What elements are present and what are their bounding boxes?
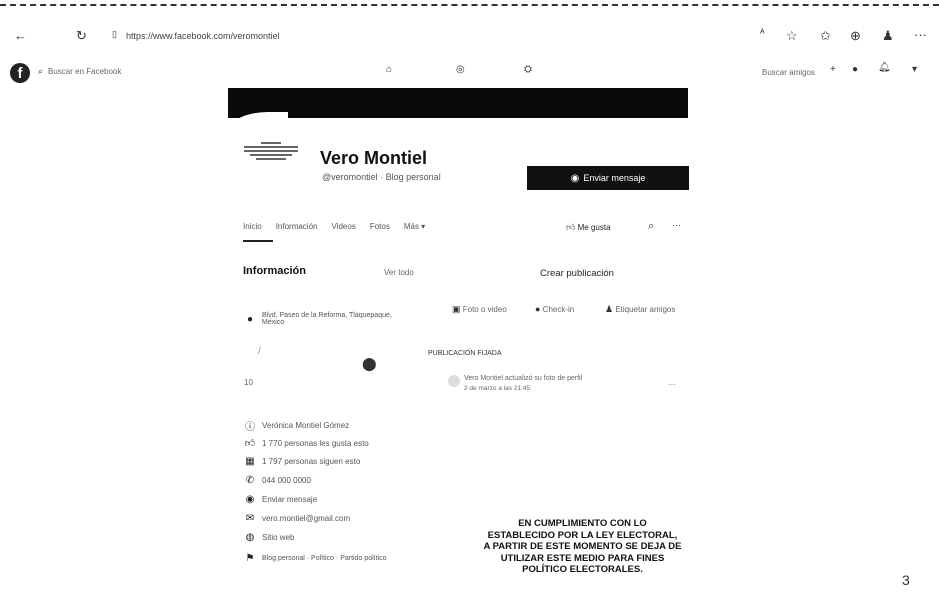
info-row-text: 1 797 personas siguen esto [262,457,361,466]
notice-line: UTILIZAR ESTE MEDIO PARA FINES [500,552,665,564]
info-row-text: Verónica Montiel Gómez [262,421,350,430]
address-text: Blvd. Paseo de la Reforma, Tlaquepaque, … [262,312,392,326]
facebook-logo[interactable]: f [10,63,30,83]
checkin-label: Check-in [542,305,575,314]
messenger-icon: ◉ [570,172,580,184]
like-icon: 👍︎ [244,438,256,449]
groups-icon[interactable]: ⛭ [524,64,532,75]
info-row: ✆ 044 000 0000 [244,475,311,486]
address-bar[interactable]: https://www.facebook.com/veromontiel [126,31,280,41]
facebook-topbar: f ⌕ Buscar en Facebook ⌂ ◎ ⛭ Buscar amig… [0,62,939,88]
notice-line: A PARTIR DE ESTE MOMENTO SE DEJA DE [483,541,682,552]
profile-handle: @veromontiel · Blog personal [322,172,441,182]
profile-picture[interactable] [240,140,302,172]
address-row: ● Blvd. Paseo de la Reforma, Tlaquepaque… [244,312,392,326]
reload-icon[interactable]: ↻ [76,28,87,44]
notice-line: EN CUMPLIMIENTO CON LO [518,518,647,529]
profile-name: Vero Montiel [320,148,428,168]
tab-inicio[interactable]: Inicio [243,222,262,231]
tab-fotos[interactable]: Fotos [370,222,390,231]
post-date[interactable]: 2 de marzo a las 21:45 [464,385,530,392]
info-row-text[interactable]: Enviar mensaje [262,495,317,504]
tag-friends-button[interactable]: ♟ Etiquetar amigos [605,304,675,315]
create-icon[interactable]: + [830,64,836,75]
location-pin-icon: ● [246,313,254,325]
photo-video-button[interactable]: ▣ Foto o video [452,304,507,315]
create-post-title[interactable]: Crear publicación [540,268,614,279]
home-icon[interactable]: ⌂ [386,64,392,75]
info-row: ✉ vero.montiel@gmail.com [244,513,350,524]
info-row-text[interactable]: vero.montiel@gmail.com [262,514,350,523]
tab-mas[interactable]: Más ▾ [404,222,425,231]
phone-icon: ✆ [245,475,255,486]
electoral-notice: EN CUMPLIMIENTO CON LO ESTABLECIDO POR L… [460,518,705,576]
extension-icon[interactable]: ⊕ [850,28,861,44]
photo-video-label: Foto o video [462,305,507,314]
scan-border [0,4,939,6]
search-icon: ⌕ [38,66,44,76]
website-icon: ◍ [245,532,255,543]
notice-line: ESTABLECIDO POR LA LEY ELECTORAL, [487,529,678,541]
find-friends-link[interactable]: Buscar amigos [762,68,815,77]
info-row: ▦ 1 797 personas siguen esto [244,456,360,467]
page-number: 3 [902,572,910,588]
messenger-icon: ◉ [245,494,255,505]
lock-icon: ▯ [112,29,117,39]
category-icon: ⚑ [245,553,255,564]
star-icon[interactable]: ☆ [786,28,798,44]
like-page-button[interactable]: 👍︎ Me gusta [566,222,611,233]
info-row-text: 1 770 personas les gusta esto [262,438,369,448]
info-row: ◍ Sitio web [244,532,295,543]
favorites-icon[interactable]: ✩ [820,28,831,44]
avatar[interactable] [448,375,460,387]
send-message-label: Enviar mensaje [583,173,646,183]
cover-photo [228,88,688,118]
map-label: 10 [244,378,253,387]
email-icon: ✉ [245,513,255,524]
map-road: / [258,346,261,357]
info-icon: ⓘ [245,422,255,433]
post-author[interactable]: Vero Montiel actualizó su foto de perfil [464,375,582,382]
pinned-post-title: PUBLICACIÓN FIJADA [428,350,502,357]
account-icon[interactable]: ▾ [912,64,917,75]
more-options-button[interactable]: ··· [672,220,681,230]
info-title: Información [243,265,306,277]
tag-friends-icon: ♟ [605,304,614,314]
info-row: 👍︎ 1 770 personas les gusta esto [244,437,369,449]
map-preview[interactable]: / ⬤ 10 [244,338,394,387]
followers-icon: ▦ [245,456,255,467]
location-pin-icon: ● [535,304,541,314]
watch-icon[interactable]: ◎ [456,64,465,75]
tab-informacion[interactable]: Información [276,222,318,231]
photo-icon: ▣ [452,304,461,314]
see-all-link[interactable]: Ver todo [384,268,414,277]
notifications-icon[interactable]: 🔔︎ [878,62,891,73]
font-icon[interactable]: ᴬ [760,28,765,39]
send-message-button[interactable]: ◉ Enviar mensaje [527,166,689,190]
active-tab-indicator [243,240,273,242]
checkin-button[interactable]: ● Check-in [535,304,574,314]
back-icon[interactable]: ← [14,28,27,43]
map-pin-icon: ⬤ [362,356,377,371]
info-row-text: Blog personal · Político · Partido polít… [262,555,387,562]
info-row: ⓘ Verónica Montiel Gómez [244,418,349,433]
like-page-label: Me gusta [577,223,611,232]
search-input[interactable]: Buscar en Facebook [48,67,121,76]
thumbs-up-icon: 👍︎ [566,222,576,232]
menu-icon[interactable]: ··· [914,27,927,42]
tab-videos[interactable]: Videos [331,222,355,231]
messenger-icon[interactable]: ● [852,64,858,75]
search-icon[interactable]: ⌕ [648,220,654,233]
info-row-text[interactable]: 044 000 0000 [262,476,311,485]
info-row: ◉ Enviar mensaje [244,494,318,505]
profile-icon[interactable]: ♟ [882,28,894,44]
notice-line: POLÍTICO ELECTORALES. [522,564,643,575]
tag-friends-label: Etiquetar amigos [615,305,676,314]
profile-tabs: Inicio Información Videos Fotos Más ▾ [243,222,425,231]
info-row-text[interactable]: Sitio web [262,533,294,542]
info-row: ⚑ Blog personal · Político · Partido pol… [244,553,387,564]
post-more-button[interactable]: ··· [668,380,676,389]
browser-toolbar: ← ↻ ▯ https://www.facebook.com/veromonti… [0,22,939,52]
